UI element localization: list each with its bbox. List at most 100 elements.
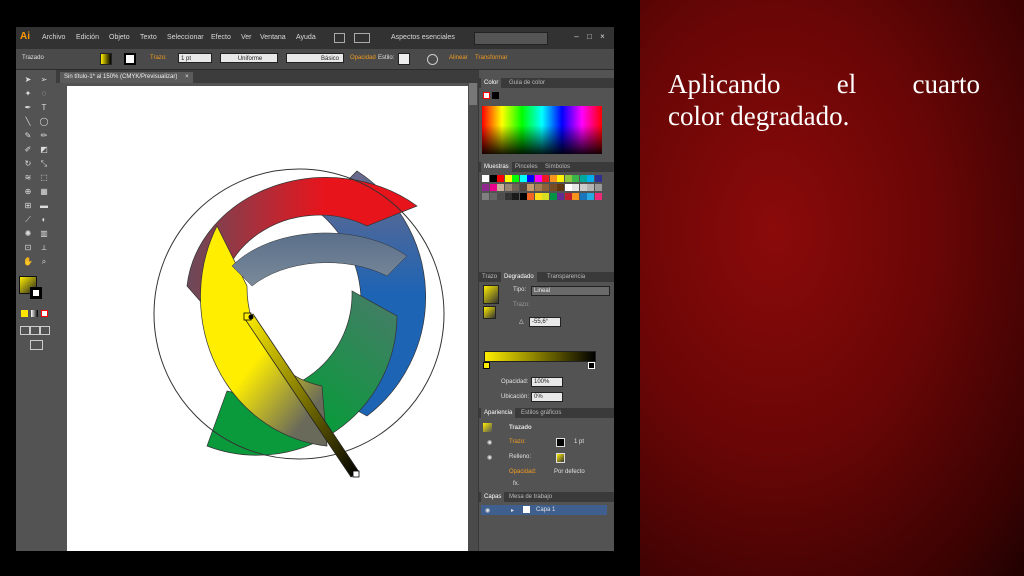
blend-tool-icon[interactable]: ◐ (38, 214, 50, 225)
fx-button[interactable]: fx. (513, 481, 519, 487)
color-swatch[interactable] (482, 175, 489, 182)
gradient-stop-end[interactable] (588, 362, 595, 369)
tab-stroke[interactable]: Trazo (482, 274, 497, 280)
color-swatch[interactable] (527, 193, 534, 200)
gradient-mode-button[interactable] (31, 310, 38, 317)
color-swatch[interactable] (504, 193, 512, 200)
color-swatch[interactable] (564, 184, 572, 191)
gradient-angle-field[interactable]: -55,6° (529, 317, 561, 327)
gradient-fill-box[interactable] (483, 306, 496, 319)
mesh-tool-icon[interactable]: ⊞ (22, 200, 34, 211)
color-swatch[interactable] (519, 193, 527, 200)
stroke-label[interactable]: Trazo: (150, 55, 167, 61)
tab-brushes[interactable]: Pinceles (515, 164, 538, 170)
align-link[interactable]: Alinear (449, 55, 468, 61)
ellipse-tool-icon[interactable]: ◯ (38, 116, 50, 127)
color-swatch[interactable] (579, 184, 587, 191)
color-swatch[interactable] (512, 175, 519, 182)
stroke-weight-field[interactable]: 1 pt (178, 53, 212, 63)
minimize-button[interactable]: – (571, 32, 582, 43)
color-mode-button[interactable] (21, 310, 28, 317)
slice-tool-icon[interactable]: ⟂ (38, 242, 50, 253)
color-swatch[interactable] (572, 184, 579, 191)
color-swatch[interactable] (489, 175, 497, 182)
lasso-tool-icon[interactable]: ◌ (38, 88, 50, 99)
color-swatch[interactable] (557, 175, 564, 182)
appearance-opacity-label[interactable]: Opacidad: (509, 469, 536, 475)
tab-graphic-styles[interactable]: Estilos gráficos (521, 410, 561, 416)
tab-transparency[interactable]: Transparencia (547, 274, 585, 280)
color-swatch[interactable] (587, 193, 594, 200)
menu-efecto[interactable]: Efecto (211, 34, 231, 41)
menu-objeto[interactable]: Objeto (109, 34, 130, 41)
menu-seleccionar[interactable]: Seleccionar (167, 34, 204, 41)
color-swatch[interactable] (542, 175, 549, 182)
color-swatch[interactable] (482, 193, 489, 200)
tab-appearance[interactable]: Apariencia (481, 408, 516, 418)
appearance-stroke-label[interactable]: Trazo: (509, 439, 526, 445)
visibility-eye-icon[interactable]: ◉ (487, 439, 492, 446)
color-swatch[interactable] (489, 184, 497, 191)
shape-builder-tool-icon[interactable]: ⊕ (22, 186, 34, 197)
close-window-button[interactable]: × (597, 32, 608, 43)
menu-archivo[interactable]: Archivo (42, 34, 65, 41)
color-swatch[interactable] (594, 175, 602, 182)
color-swatch[interactable] (572, 193, 579, 200)
blob-brush-tool-icon[interactable]: ✐ (22, 144, 34, 155)
width-tool-icon[interactable]: ≋ (22, 172, 34, 183)
type-tool-icon[interactable]: T (38, 102, 50, 113)
tab-color[interactable]: Color (481, 78, 502, 88)
color-swatch[interactable] (549, 175, 557, 182)
color-swatch[interactable] (527, 175, 534, 182)
layer-visibility-icon[interactable]: ◉ (485, 507, 490, 514)
free-transform-tool-icon[interactable]: ⬚ (38, 172, 50, 183)
color-swatch[interactable] (564, 193, 572, 200)
tab-symbols[interactable]: Símbolos (545, 164, 570, 170)
maximize-button[interactable]: □ (584, 32, 595, 43)
color-swatch[interactable] (587, 184, 594, 191)
color-swatch[interactable] (587, 175, 594, 182)
brush-definition[interactable]: Básico (286, 53, 344, 63)
column-graph-tool-icon[interactable]: ▥ (38, 228, 50, 239)
eyedropper-tool-icon[interactable]: ⟋ (22, 214, 34, 225)
magic-wand-tool-icon[interactable]: ✦ (22, 88, 34, 99)
paintbrush-tool-icon[interactable]: ✎ (22, 130, 34, 141)
menu-ver[interactable]: Ver (241, 34, 252, 41)
stroke-swatch[interactable] (124, 53, 136, 65)
color-swatch[interactable] (512, 193, 519, 200)
visibility-eye-icon[interactable]: ◉ (487, 454, 492, 461)
color-swatch[interactable] (542, 193, 549, 200)
color-swatch[interactable] (519, 184, 527, 191)
artboard-tool-icon[interactable]: ⊡ (22, 242, 34, 253)
gradient-location-field[interactable]: 0% (531, 392, 563, 402)
artwork-svg[interactable] (67, 86, 468, 551)
layer-expand-icon[interactable]: ▸ (511, 507, 514, 514)
gradient-type-dropdown[interactable]: Lineal (531, 286, 610, 296)
draw-behind-icon[interactable] (30, 326, 40, 335)
color-swatch[interactable] (542, 184, 549, 191)
color-swatch[interactable] (504, 184, 512, 191)
color-swatch[interactable] (534, 193, 542, 200)
variable-width-profile[interactable]: Uniforme (220, 53, 278, 63)
perspective-grid-tool-icon[interactable]: ▦ (38, 186, 50, 197)
color-swatch[interactable] (489, 193, 497, 200)
color-swatch[interactable] (534, 175, 542, 182)
color-swatch[interactable] (594, 184, 602, 191)
appearance-fill-swatch[interactable] (556, 453, 565, 463)
tab-layers[interactable]: Capas (481, 492, 505, 502)
color-swatch[interactable] (497, 184, 504, 191)
tab-gradient[interactable]: Degradado (501, 272, 537, 282)
screen-mode-icon[interactable] (30, 340, 43, 350)
menu-edicion[interactable]: Edición (76, 34, 99, 41)
vertical-scrollbar[interactable] (468, 83, 478, 551)
transform-link[interactable]: Transformar (475, 55, 507, 61)
draw-inside-icon[interactable] (40, 326, 50, 335)
gradient-slider[interactable] (484, 351, 596, 362)
color-swatch[interactable] (482, 184, 489, 191)
color-swatch[interactable] (519, 175, 527, 182)
appearance-fill-label[interactable]: Relleno: (509, 454, 531, 460)
pen-tool-icon[interactable]: ✒ (22, 102, 34, 113)
selection-tool-icon[interactable]: ➤ (22, 74, 34, 85)
tab-color-guide[interactable]: Guía de color (509, 80, 545, 86)
black-swatch[interactable] (492, 92, 499, 99)
